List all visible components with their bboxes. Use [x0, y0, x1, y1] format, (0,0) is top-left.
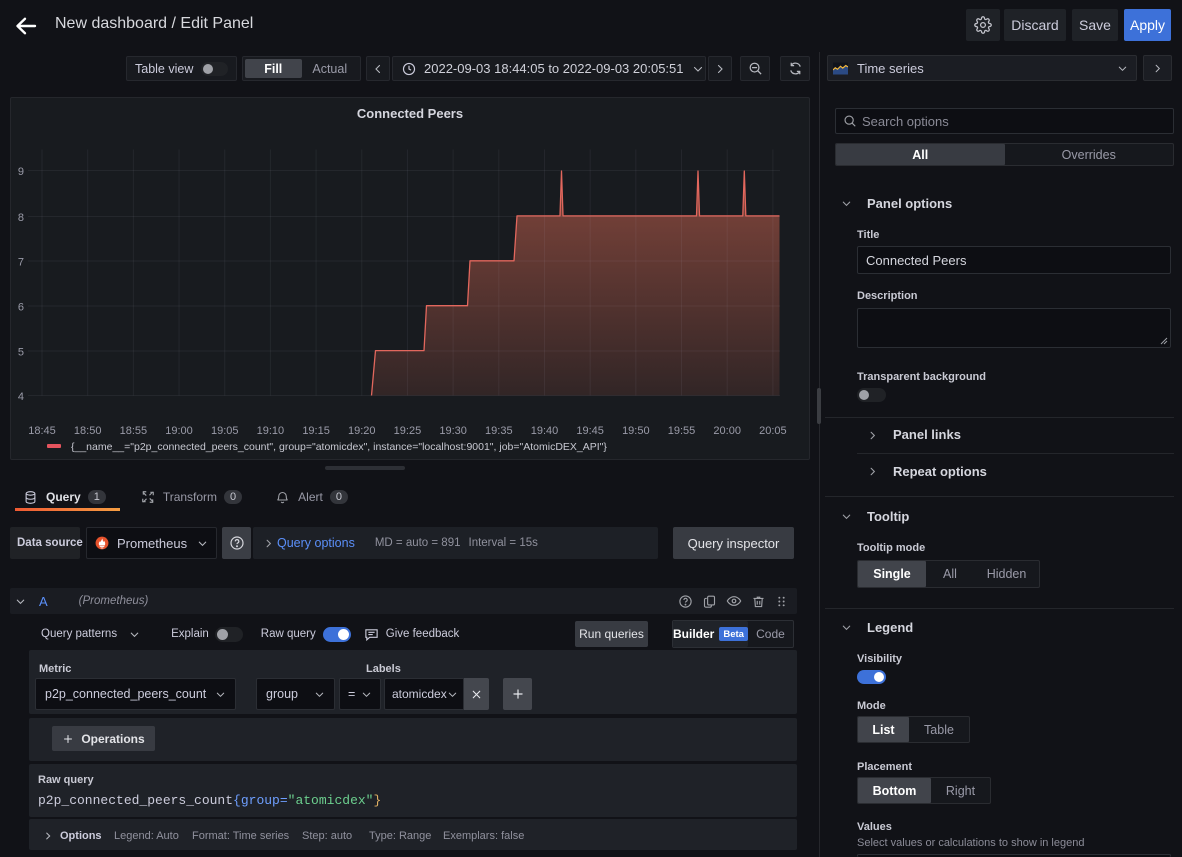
svg-text:19:30: 19:30 — [439, 425, 467, 437]
svg-text:19:20: 19:20 — [348, 425, 376, 437]
svg-text:9: 9 — [18, 166, 24, 178]
svg-text:19:40: 19:40 — [531, 425, 559, 437]
svg-text:8: 8 — [18, 212, 24, 224]
svg-text:18:55: 18:55 — [120, 425, 148, 437]
svg-text:19:50: 19:50 — [622, 425, 650, 437]
svg-text:20:00: 20:00 — [713, 425, 741, 437]
svg-text:19:00: 19:00 — [165, 425, 193, 437]
svg-text:19:25: 19:25 — [394, 425, 422, 437]
svg-text:19:55: 19:55 — [668, 425, 696, 437]
svg-text:6: 6 — [18, 302, 24, 314]
svg-text:{__name__="p2p_connected_peers: {__name__="p2p_connected_peers_count", g… — [71, 441, 607, 453]
svg-text:19:10: 19:10 — [257, 425, 285, 437]
svg-text:4: 4 — [18, 391, 24, 403]
svg-text:18:45: 18:45 — [28, 425, 56, 437]
svg-text:19:15: 19:15 — [302, 425, 330, 437]
svg-text:19:35: 19:35 — [485, 425, 513, 437]
svg-text:19:05: 19:05 — [211, 425, 239, 437]
svg-text:19:45: 19:45 — [576, 425, 604, 437]
svg-text:7: 7 — [18, 257, 24, 269]
svg-text:20:05: 20:05 — [759, 425, 787, 437]
svg-text:18:50: 18:50 — [74, 425, 102, 437]
svg-text:5: 5 — [18, 347, 24, 359]
